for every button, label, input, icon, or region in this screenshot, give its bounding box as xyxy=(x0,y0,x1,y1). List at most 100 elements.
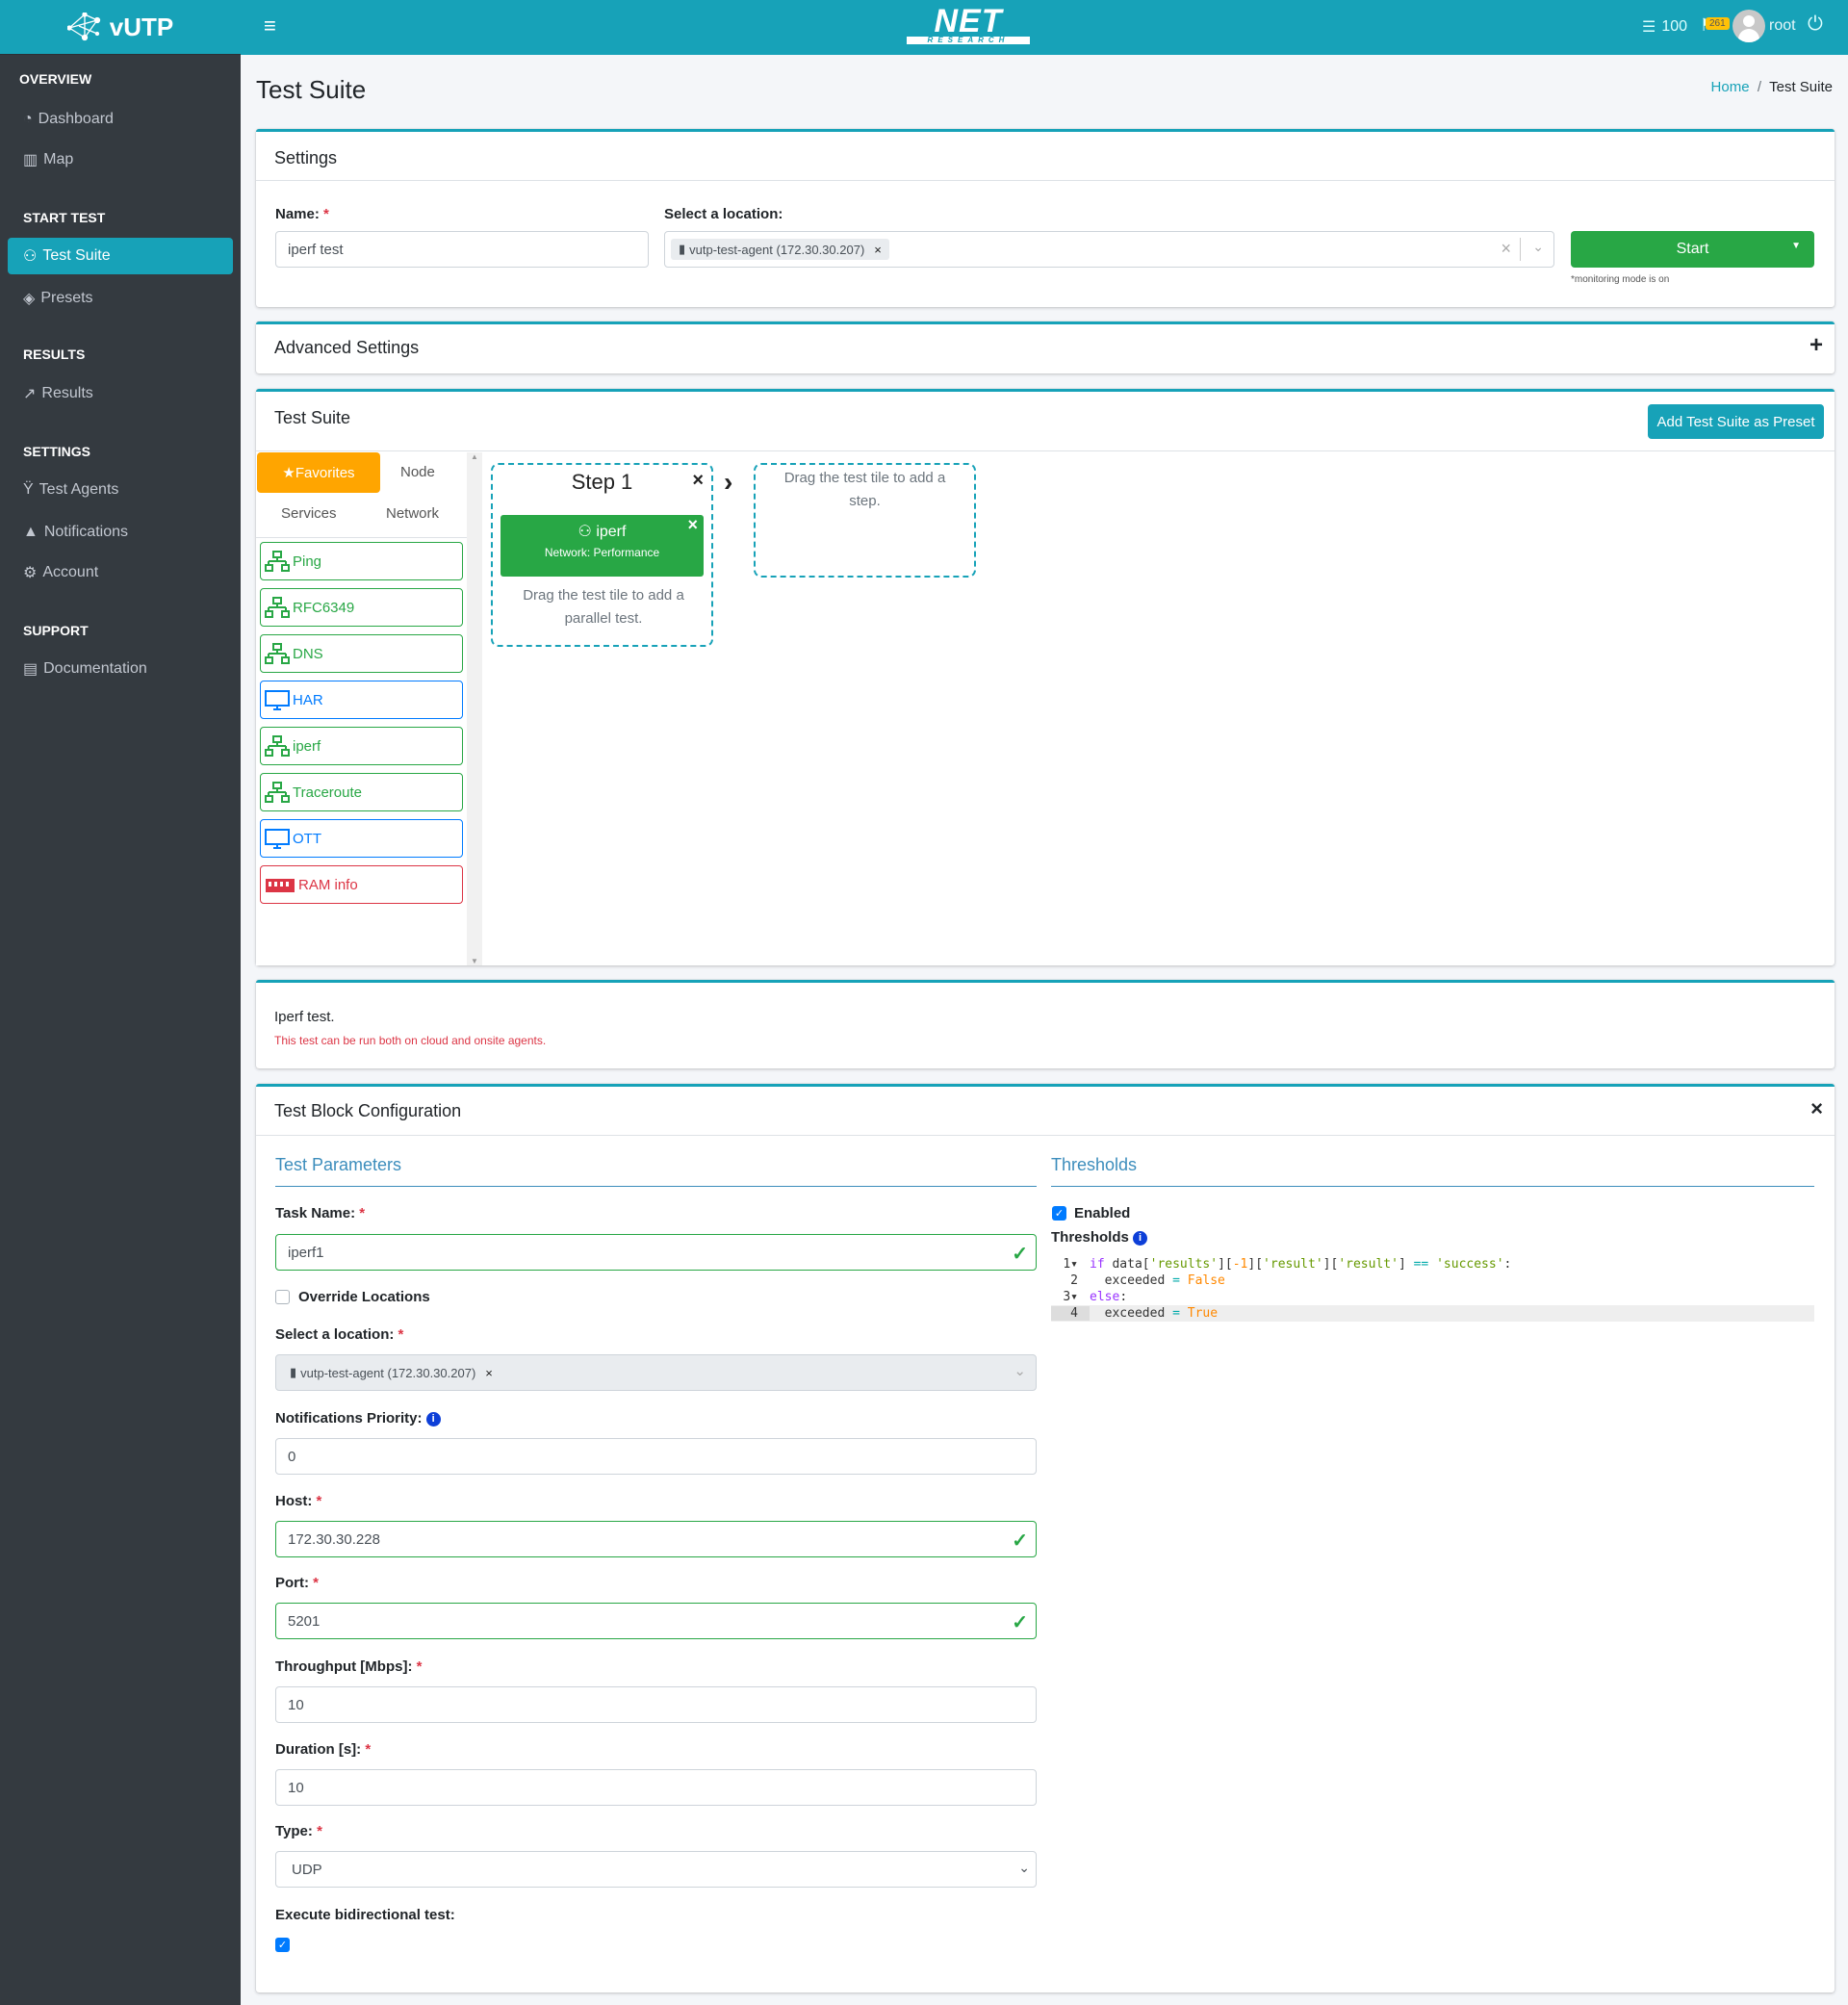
start-button[interactable]: Start ▼ xyxy=(1571,231,1814,268)
bidirectional-checkbox[interactable]: ✓ xyxy=(275,1938,290,1952)
sidebar-item-notifications[interactable]: ▲ Notifications xyxy=(8,514,233,551)
port-input[interactable]: 5201 ✓ xyxy=(275,1603,1037,1639)
tile-label: DNS xyxy=(293,645,323,662)
gear-icon: ⚙ xyxy=(23,565,38,581)
clear-icon[interactable]: × xyxy=(1501,239,1511,259)
tab-services[interactable]: Services xyxy=(281,505,337,522)
sidebar-item-presets[interactable]: ◈ Presets xyxy=(8,280,233,317)
check-icon: ✓ xyxy=(1012,1612,1028,1633)
code-line: exceeded = True xyxy=(1090,1306,1219,1321)
task-name-input[interactable]: iperf1 ✓ xyxy=(275,1234,1037,1271)
host-input[interactable]: 172.30.30.228 ✓ xyxy=(275,1521,1037,1557)
network-icon: ⚇ xyxy=(23,248,38,265)
type-label: Type: * xyxy=(275,1823,322,1839)
breadcrumb-home[interactable]: Home xyxy=(1711,79,1750,95)
brand[interactable]: vUTP xyxy=(0,0,241,55)
scrollbar[interactable]: ▲ ▼ xyxy=(467,452,482,965)
sidebar-item-map[interactable]: ▥ Map xyxy=(8,141,233,178)
label: Notifications xyxy=(43,524,128,540)
tab-network[interactable]: Network xyxy=(386,505,439,522)
location-select[interactable]: ▮ vutp-test-agent (172.30.30.207) × × ⌄ xyxy=(664,231,1554,268)
section-settings: SETTINGS xyxy=(23,444,91,459)
section-overview: OVERVIEW xyxy=(19,71,92,87)
tab-favorites[interactable]: ★ Favorites xyxy=(257,452,380,493)
test-tile-iperf[interactable]: iperf xyxy=(260,727,463,765)
task-name-label: Task Name: * xyxy=(275,1205,366,1221)
test-tile-ram-info[interactable]: RAM info xyxy=(260,865,463,904)
test-tile-traceroute[interactable]: Traceroute xyxy=(260,773,463,811)
chevron-down-icon[interactable]: ⌄ xyxy=(1014,1362,1026,1379)
bell-icon: ▲ xyxy=(23,524,38,540)
type-select[interactable]: UDP ⌄ xyxy=(275,1851,1037,1888)
check-icon: ✓ xyxy=(1012,1244,1028,1265)
label: Map xyxy=(43,151,74,167)
power-icon[interactable]: ⏻ xyxy=(1808,13,1823,36)
test-suite-card: Test Suite Add Test Suite as Preset ★ Fav… xyxy=(256,389,1835,965)
username[interactable]: root xyxy=(1769,17,1796,35)
net-research-logo: NET RESEARCH xyxy=(907,5,1030,44)
code-line: if data['results'][-1]['result']['result… xyxy=(1090,1257,1512,1272)
menu-icon[interactable]: ≡ xyxy=(264,13,276,39)
parallel-hint: Drag the test tile to add a parallel tes… xyxy=(523,587,684,627)
page-title: Test Suite xyxy=(256,75,367,104)
test-tile-rfc6349[interactable]: RFC6349 xyxy=(260,588,463,627)
location-select[interactable]: ▮ vutp-test-agent (172.30.30.207) × ⌄ xyxy=(275,1354,1037,1391)
add-preset-button[interactable]: Add Test Suite as Preset xyxy=(1648,404,1824,439)
remove-chip-icon[interactable]: × xyxy=(485,1366,493,1380)
settings-card: Settings Name: * iperf test Select a loc… xyxy=(256,129,1835,307)
caret-down-icon[interactable]: ▼ xyxy=(1791,241,1801,251)
line-number: 2 xyxy=(1070,1273,1078,1288)
plus-icon[interactable]: + xyxy=(1810,332,1823,359)
step-1[interactable]: Step 1 × ⚇ iperf Network: Performance × … xyxy=(491,463,713,647)
test-description: Iperf test. xyxy=(274,1009,335,1025)
info-icon[interactable]: i xyxy=(425,1411,441,1427)
add-step-dropzone[interactable]: Drag the test tile to add a step. xyxy=(754,463,976,578)
thresholds-enabled-checkbox[interactable]: ✓ xyxy=(1052,1206,1066,1221)
sidebar-item-test-agents[interactable]: Ϋ Test Agents xyxy=(8,472,233,508)
remove-step-icon[interactable]: × xyxy=(692,469,704,492)
remove-test-icon[interactable]: × xyxy=(687,513,698,536)
sidebar-item-test-suite[interactable]: ⚇ Test Suite xyxy=(8,238,233,274)
document-icon: ▤ xyxy=(23,661,38,678)
info-icon[interactable]: i xyxy=(1133,1230,1148,1246)
priority-input[interactable]: 0 xyxy=(275,1438,1037,1475)
test-tile-har[interactable]: HAR xyxy=(260,681,463,719)
network-icon xyxy=(265,735,290,757)
thresholds-code-editor[interactable]: 1▾ if data['results'][-1]['result']['resu… xyxy=(1051,1256,1814,1322)
override-locations-checkbox[interactable] xyxy=(275,1290,290,1304)
label: Test Agents xyxy=(38,481,119,498)
override-locations-label: Override Locations xyxy=(298,1289,430,1305)
network-icon xyxy=(265,782,290,803)
label: Account xyxy=(42,564,99,580)
chart-icon: ↗ xyxy=(23,386,37,402)
remove-chip-icon[interactable]: × xyxy=(874,243,882,257)
ram-icon xyxy=(265,876,295,893)
test-tile-ping[interactable]: Ping xyxy=(260,542,463,580)
chevron-down-icon[interactable]: ⌄ xyxy=(1532,239,1544,255)
name-input[interactable]: iperf test xyxy=(275,231,649,268)
dashboard-icon: ◔ xyxy=(23,111,33,127)
test-tile-ott[interactable]: OTT xyxy=(260,819,463,858)
advanced-settings-card[interactable]: Advanced Settings + xyxy=(256,321,1835,373)
location-chip: ▮ vutp-test-agent (172.30.30.207) × xyxy=(671,239,889,260)
chip-icon: ▮ xyxy=(679,242,686,256)
sidebar-item-account[interactable]: ⚙ Account xyxy=(8,554,233,591)
step-test-tile[interactable]: ⚇ iperf Network: Performance × xyxy=(500,515,704,577)
host-label: Host: * xyxy=(275,1493,322,1509)
test-tile-dns[interactable]: DNS xyxy=(260,634,463,673)
throughput-input[interactable]: 10 xyxy=(275,1686,1037,1723)
monitor-icon xyxy=(265,828,290,849)
avatar[interactable] xyxy=(1732,10,1765,42)
tab-node[interactable]: Node xyxy=(400,464,435,480)
breadcrumb: Home / Test Suite xyxy=(1710,79,1833,95)
close-icon[interactable]: × xyxy=(1810,1096,1823,1121)
sidebar-item-results[interactable]: ↗ Results xyxy=(8,375,233,412)
sidebar-item-documentation[interactable]: ▤ Documentation xyxy=(8,651,233,687)
section-start-test: START TEST xyxy=(23,210,106,225)
sidebar-item-dashboard[interactable]: ◔ Dashboard xyxy=(8,101,233,138)
name-label: Name: * xyxy=(275,206,329,222)
monitoring-note: *monitoring mode is on xyxy=(1571,274,1670,285)
chip-icon: ▮ xyxy=(290,1365,297,1379)
credits[interactable]: ☰ 100 xyxy=(1642,17,1687,37)
duration-input[interactable]: 10 xyxy=(275,1769,1037,1806)
